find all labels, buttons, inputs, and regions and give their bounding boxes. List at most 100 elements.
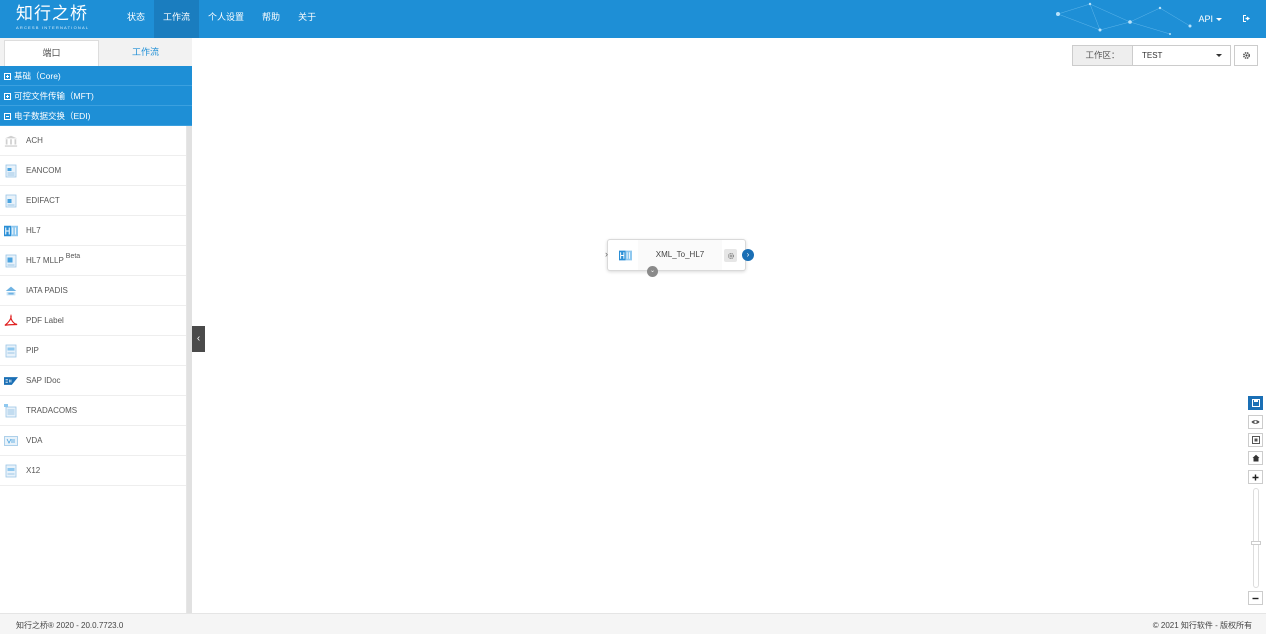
sap-icon	[4, 374, 18, 388]
home-button[interactable]	[1248, 451, 1263, 465]
connector-label: HL7	[26, 226, 41, 235]
nav-right: API	[1198, 0, 1252, 38]
connector-label: EDIFACT	[26, 196, 60, 205]
gear-icon	[1242, 52, 1250, 59]
output-port-icon[interactable]: ›	[742, 249, 754, 261]
zoom-slider-handle[interactable]	[1251, 541, 1261, 545]
connector-label: X12	[26, 466, 41, 475]
zoom-in-button[interactable]	[1248, 470, 1263, 484]
node-settings-button[interactable]	[724, 249, 737, 262]
list-scrollbar[interactable]	[187, 126, 192, 613]
fit-view-button[interactable]	[1248, 433, 1263, 447]
expand-icon	[4, 73, 11, 80]
fit-screen-icon	[1251, 436, 1260, 444]
nav-item-help[interactable]: 帮助	[253, 0, 289, 38]
hl7-icon	[4, 224, 18, 238]
footer-version: 知行之桥® 2020 - 20.0.7723.0	[16, 621, 124, 630]
group-core[interactable]: 基础（Core)	[0, 66, 192, 86]
document-icon	[4, 194, 18, 208]
home-icon	[1252, 454, 1259, 462]
connector-eancom[interactable]: EANCOM	[0, 156, 186, 186]
input-port-icon[interactable]: ›	[605, 249, 608, 259]
caret-down-icon	[1216, 18, 1222, 22]
minus-icon	[1252, 597, 1259, 599]
vda-icon	[4, 434, 18, 448]
tab-workflows[interactable]: 工作流	[99, 38, 192, 66]
api-dropdown[interactable]: API	[1198, 14, 1222, 24]
connector-list: ACH EANCOM EDIFACT HL7 HL7 MLLP Beta IAT…	[0, 126, 187, 613]
workspace-label: 工作区：	[1073, 46, 1133, 65]
workspace-value: TEST	[1142, 51, 1163, 60]
logout-icon[interactable]	[1242, 14, 1252, 25]
bank-icon	[4, 134, 18, 148]
nav-item-status[interactable]: 状态	[118, 0, 154, 38]
group-label: 电子数据交换（EDI)	[14, 111, 91, 121]
top-navbar: 知行之桥 ARCESB INTERNATIONAL 状态 工作流 个人设置 帮助…	[0, 0, 1266, 38]
connector-tradacoms[interactable]: TRADACOMS	[0, 396, 186, 426]
main-nav: 状态 工作流 个人设置 帮助 关于	[118, 0, 325, 38]
connector-hl7[interactable]: HL7	[0, 216, 186, 246]
connector-label: PDF Label	[26, 316, 64, 325]
nav-item-workflow[interactable]: 工作流	[154, 0, 200, 38]
group-label: 基础（Core)	[14, 71, 61, 81]
connector-ach[interactable]: ACH	[0, 126, 186, 156]
brand-subtitle: ARCESB INTERNATIONAL	[16, 25, 90, 30]
api-label: API	[1198, 14, 1213, 24]
group-edi[interactable]: 电子数据交换（EDI)	[0, 106, 192, 126]
chevron-left-icon: ‹	[196, 333, 201, 344]
connector-iata-padis[interactable]: IATA PADIS	[0, 276, 186, 306]
panel-tabs: 端口 工作流	[0, 38, 192, 66]
connector-label: ACH	[26, 136, 43, 145]
hl7-icon	[619, 249, 632, 264]
caret-down-icon	[1216, 54, 1222, 57]
pdf-icon	[4, 313, 18, 328]
workspace-select[interactable]: TEST	[1133, 46, 1230, 65]
connector-hl7-mllp[interactable]: HL7 MLLP Beta	[0, 246, 186, 276]
connector-pip[interactable]: PIP	[0, 336, 186, 366]
tab-ports[interactable]: 端口	[4, 40, 99, 66]
plus-icon	[1252, 474, 1259, 480]
connector-label: TRADACOMS	[26, 406, 78, 415]
document-icon	[4, 344, 18, 358]
save-icon	[1251, 399, 1260, 407]
group-label: 可控文件传输（MFT)	[14, 91, 94, 101]
preview-button[interactable]	[1248, 415, 1263, 429]
workspace-settings-button[interactable]	[1234, 45, 1258, 66]
beta-badge: Beta	[65, 253, 81, 260]
document-icon	[4, 164, 18, 178]
collapse-icon	[4, 113, 11, 120]
expand-icon	[4, 93, 11, 100]
connector-vda[interactable]: VDA	[0, 426, 186, 456]
brand-name: 知行之桥	[16, 4, 88, 24]
network-decoration-icon	[1056, 2, 1192, 35]
brand-logo[interactable]: 知行之桥 ARCESB INTERNATIONAL	[16, 4, 89, 30]
connector-label: HL7 MLLP	[26, 256, 64, 265]
connector-label: SAP IDoc	[26, 376, 61, 385]
connector-label: EANCOM	[26, 166, 62, 175]
connector-x12[interactable]: X12	[0, 456, 186, 486]
footer: 知行之桥® 2020 - 20.0.7723.0 © 2021 知行软件 - 版…	[0, 613, 1266, 634]
connector-groups: 基础（Core) 可控文件传输（MFT) 电子数据交换（EDI)	[0, 66, 192, 126]
zoom-slider[interactable]	[1253, 488, 1259, 588]
nav-item-about[interactable]: 关于	[289, 0, 325, 38]
left-panel: 端口 工作流 基础（Core) 可控文件传输（MFT) 电子数据交换（EDI) …	[0, 38, 192, 613]
workspace-selector: 工作区： TEST	[1072, 45, 1231, 66]
document-icon	[4, 254, 18, 268]
connector-label: VDA	[26, 436, 43, 445]
eye-icon	[1251, 420, 1260, 424]
connector-label: PIP	[26, 346, 39, 355]
nav-item-personal-settings[interactable]: 个人设置	[199, 0, 253, 38]
zoom-out-button[interactable]	[1248, 591, 1263, 605]
connector-sap-idoc[interactable]: SAP IDoc	[0, 366, 186, 396]
document-icon	[4, 403, 18, 418]
collapse-panel-button[interactable]: ‹	[192, 326, 205, 352]
iata-icon	[4, 284, 18, 298]
chevron-down-icon[interactable]: ⌄	[647, 266, 658, 277]
connector-pdf-label[interactable]: PDF Label	[0, 306, 186, 336]
save-button[interactable]	[1248, 396, 1263, 410]
workflow-node[interactable]: › XML_To_HL7 › ⌄	[605, 239, 754, 277]
connector-edifact[interactable]: EDIFACT	[0, 186, 186, 216]
footer-copyright: © 2021 知行软件 - 版权所有	[1152, 621, 1252, 630]
group-mft[interactable]: 可控文件传输（MFT)	[0, 86, 192, 106]
gear-icon	[727, 252, 734, 259]
